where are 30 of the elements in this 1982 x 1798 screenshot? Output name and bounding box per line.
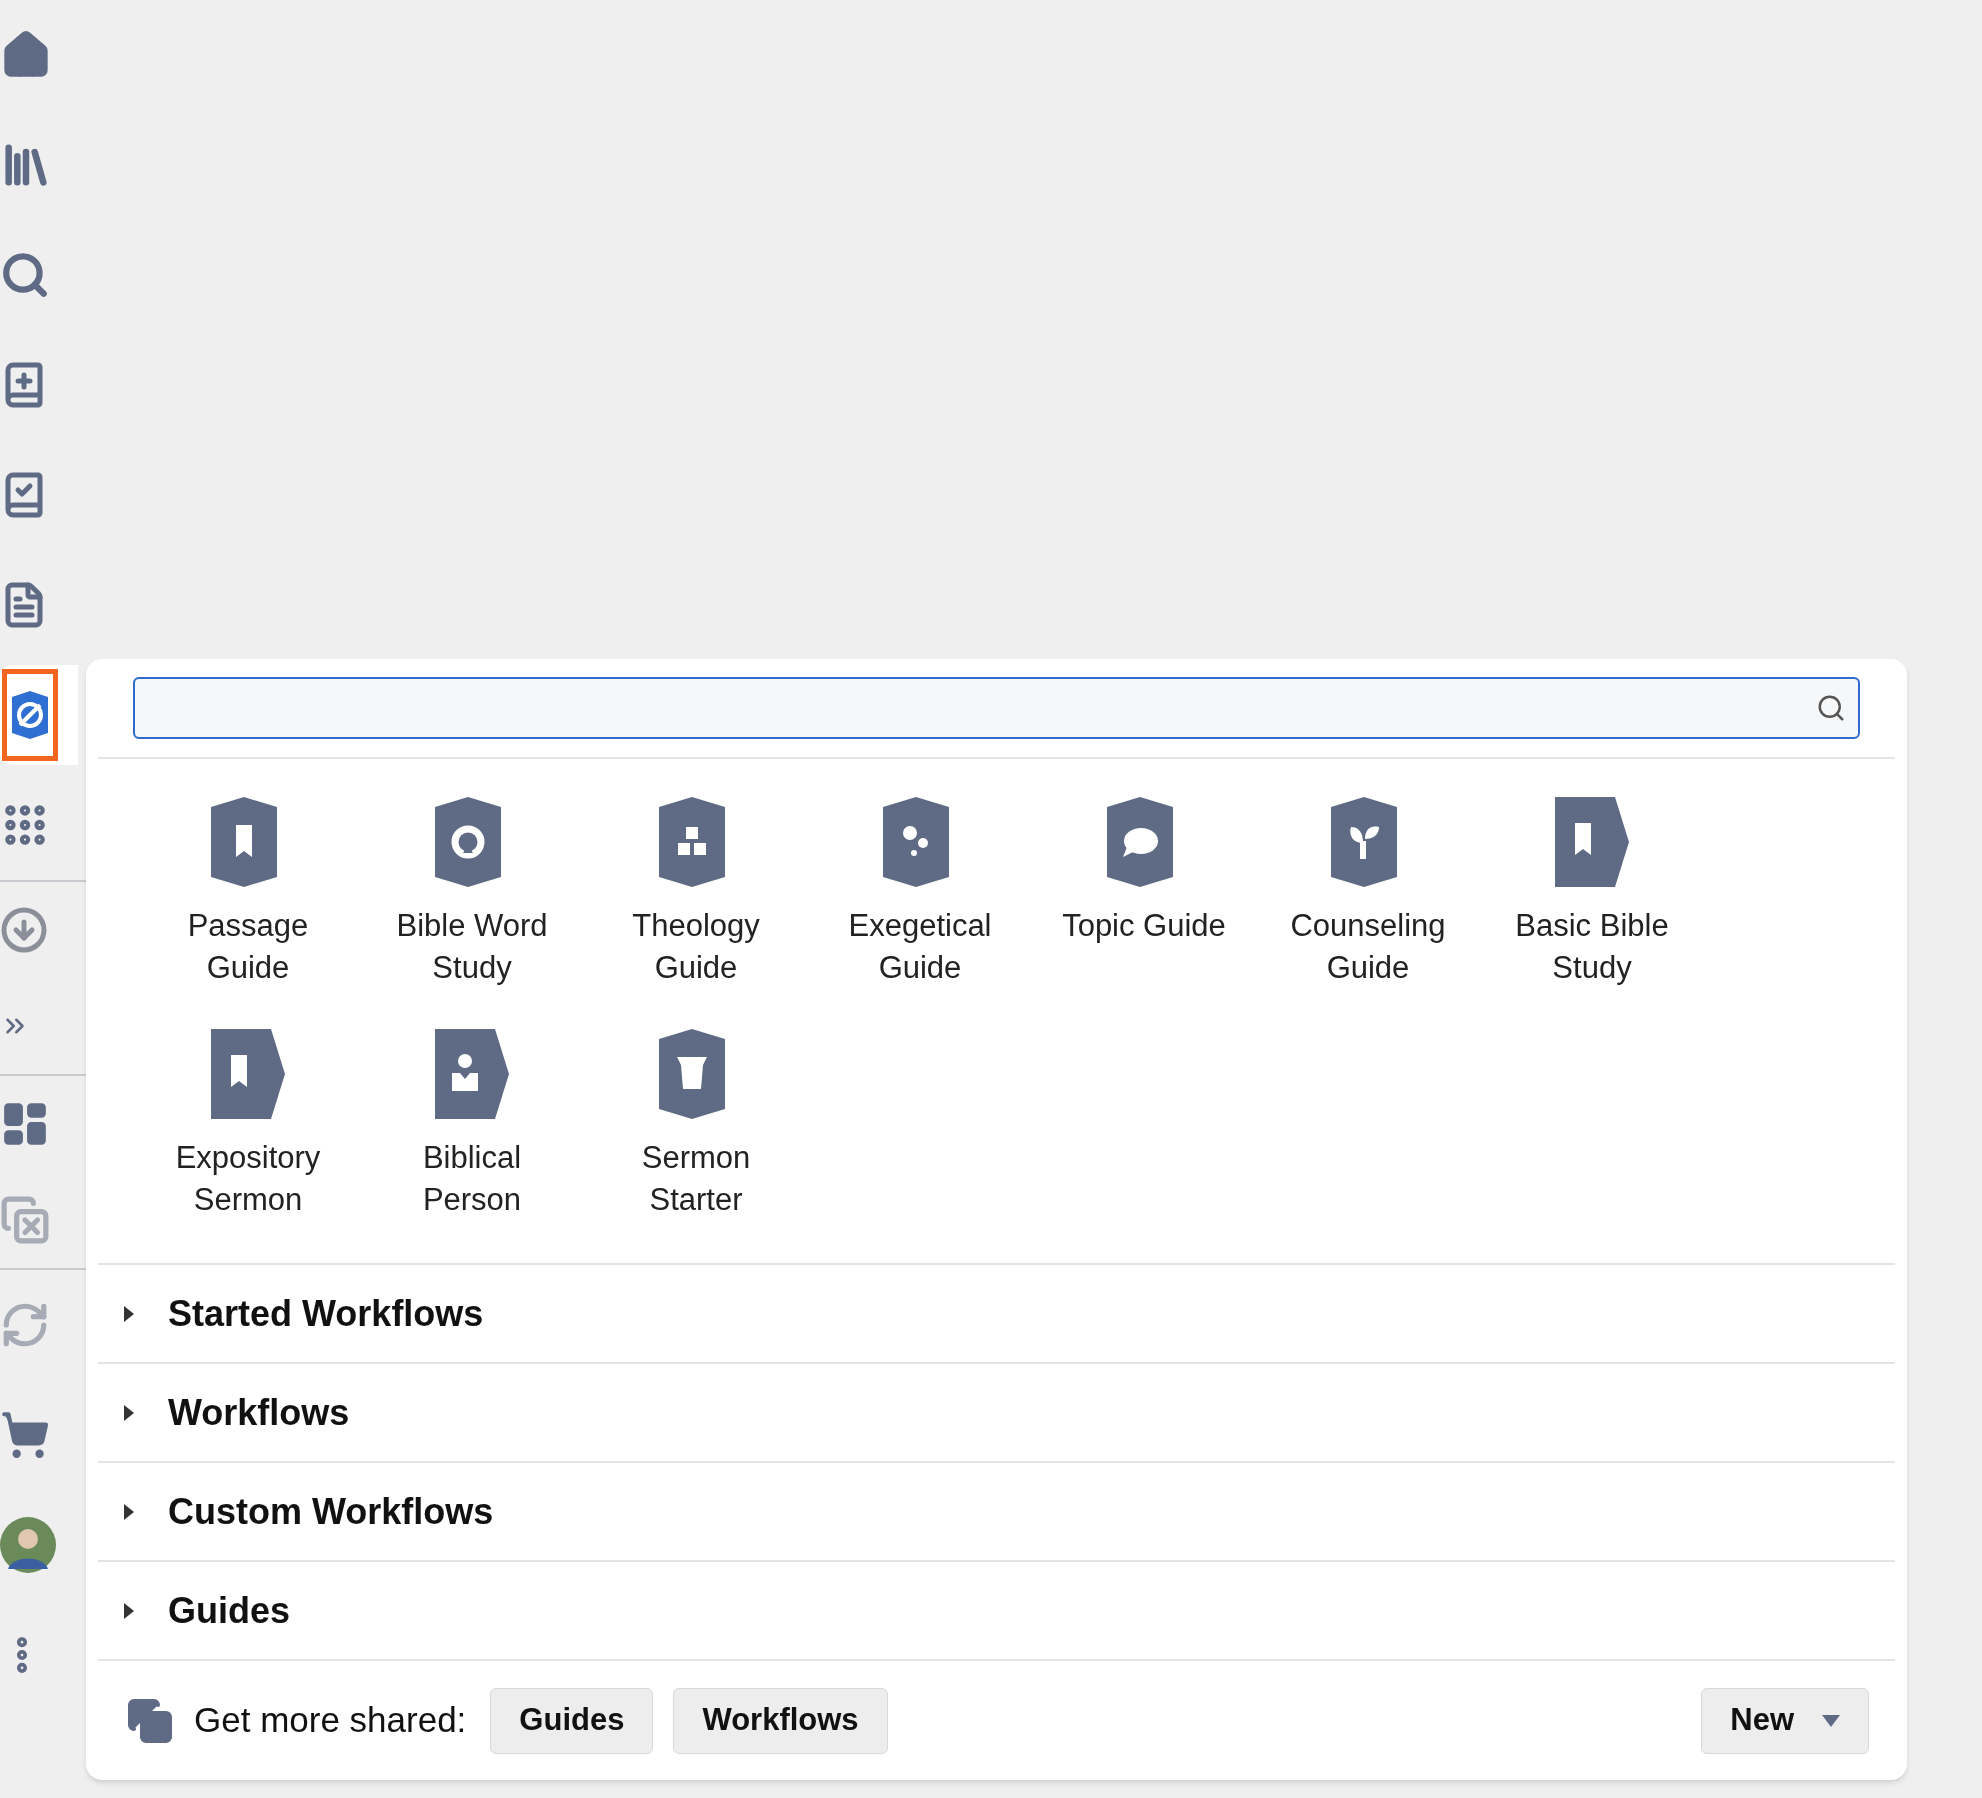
shared-button[interactable]: Workflows (673, 1687, 888, 1754)
workflow-arrow-icon (209, 1029, 287, 1119)
download-icon[interactable] (0, 906, 48, 954)
section-header[interactable]: Custom Workflows (98, 1463, 1895, 1562)
stacked-pages-icon (126, 1696, 174, 1745)
section-header[interactable]: Workflows (98, 1364, 1895, 1463)
guide-tile-label[interactable]: Sermon Starter (596, 1137, 796, 1221)
guide-tile-label[interactable]: Passage Guide (148, 905, 348, 989)
cart-icon[interactable] (0, 1410, 50, 1460)
section-header[interactable]: Started Workflows (98, 1265, 1895, 1364)
workflow-arrow-icon (433, 1029, 511, 1119)
guide-tile-label[interactable]: Bible Word Study (372, 905, 572, 989)
search-icon[interactable] (0, 250, 50, 300)
guide-tile-label[interactable]: Expository Sermon (148, 1137, 348, 1221)
guide-tile-label[interactable]: Topic Guide (1044, 905, 1244, 947)
new-dropdown-button[interactable]: New (1701, 1687, 1869, 1754)
guide-tile-label[interactable]: Biblical Person (372, 1137, 572, 1221)
search-icon (1816, 693, 1846, 723)
search-field[interactable] (133, 677, 1860, 739)
guide-tile-label[interactable]: Exegetical Guide (820, 905, 1020, 989)
workflow-arrow-icon (1553, 797, 1631, 887)
sidebar-guides-tab[interactable] (0, 665, 78, 765)
section-header[interactable]: Guides (98, 1562, 1895, 1661)
shared-button[interactable]: Guides (490, 1687, 654, 1754)
get-more-label: Get more shared: (194, 1699, 467, 1742)
avatar[interactable] (0, 1517, 56, 1573)
guide-tile-label[interactable]: Basic Bible Study (1492, 905, 1692, 989)
caret-icon (1822, 1714, 1840, 1727)
guide-tile-label[interactable]: Counseling Guide (1268, 905, 1468, 989)
guide-tile-label[interactable]: Theology Guide (596, 905, 796, 989)
